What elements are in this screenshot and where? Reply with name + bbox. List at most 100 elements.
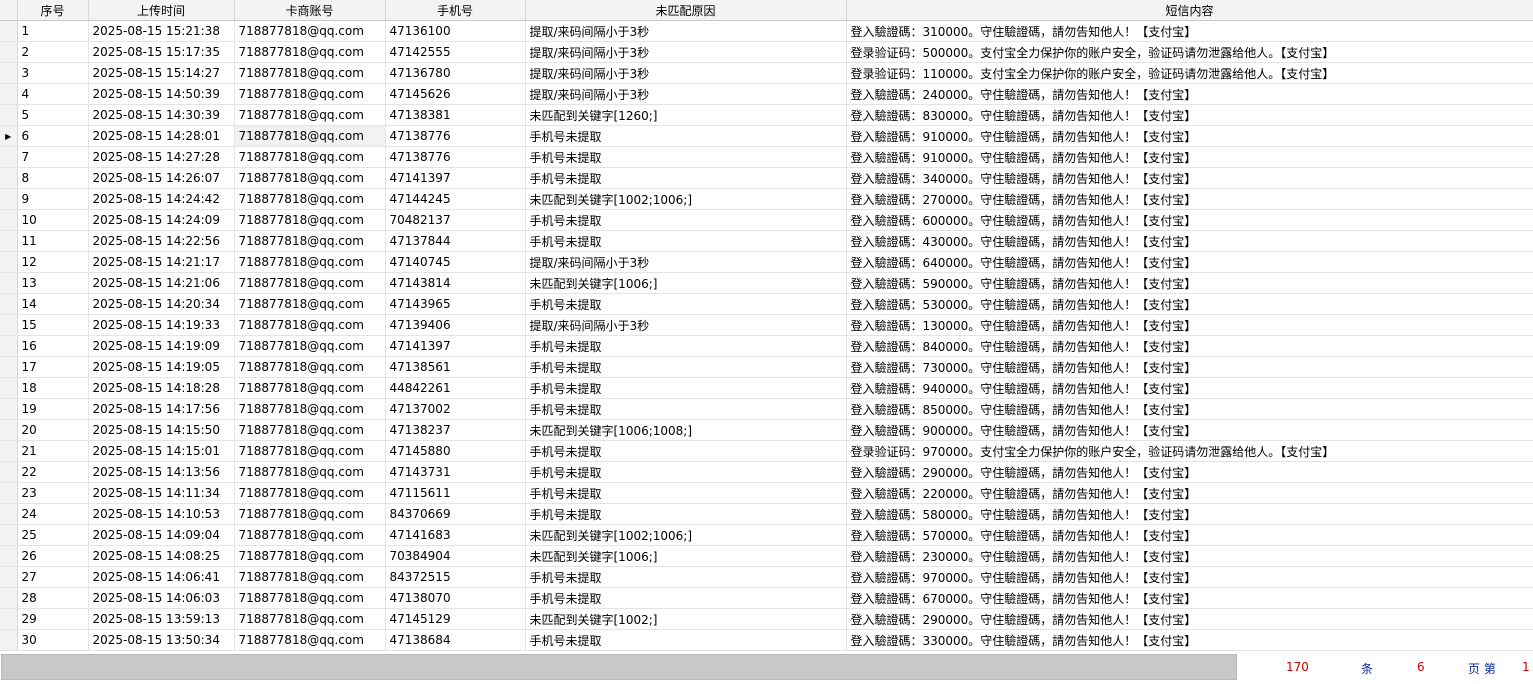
horizontal-scrollbar[interactable] xyxy=(1,654,1237,680)
cell-phone[interactable]: 47137002 xyxy=(385,398,526,420)
cell-phone[interactable]: 70482137 xyxy=(385,209,526,231)
cell-merchant-account[interactable]: 718877818@qq.com xyxy=(234,461,386,483)
row-indicator[interactable] xyxy=(0,146,18,168)
cell-merchant-account[interactable]: 718877818@qq.com xyxy=(234,503,386,525)
cell-merchant-account[interactable]: 718877818@qq.com xyxy=(234,188,386,210)
cell-merchant-account[interactable]: 718877818@qq.com xyxy=(234,314,386,336)
cell-upload-time[interactable]: 2025-08-15 15:14:27 xyxy=(88,62,235,84)
row-indicator[interactable] xyxy=(0,461,18,483)
table-row[interactable]: 5 2025-08-15 14:30:39 718877818@qq.com 4713… xyxy=(0,104,1533,126)
cell-upload-time[interactable]: 2025-08-15 15:21:38 xyxy=(88,20,235,42)
row-indicator[interactable] xyxy=(0,272,18,294)
cell-merchant-account[interactable]: 718877818@qq.com xyxy=(234,608,386,630)
cell-merchant-account[interactable]: 718877818@qq.com xyxy=(234,440,386,462)
column-header-merchant-account[interactable]: 卡商账号 xyxy=(234,0,386,21)
cell-phone[interactable]: 47143731 xyxy=(385,461,526,483)
table-row[interactable]: 14 2025-08-15 14:20:34 718877818@qq.com 471… xyxy=(0,293,1533,315)
cell-seq[interactable]: 8 xyxy=(17,167,89,189)
cell-seq[interactable]: 11 xyxy=(17,230,89,252)
cell-phone[interactable]: 47140745 xyxy=(385,251,526,273)
cell-merchant-account[interactable]: 718877818@qq.com xyxy=(234,20,386,42)
cell-merchant-account[interactable]: 718877818@qq.com xyxy=(234,167,386,189)
row-indicator[interactable] xyxy=(0,440,18,462)
cell-phone[interactable]: 47138684 xyxy=(385,629,526,651)
column-header-unmatched-reason[interactable]: 未匹配原因 xyxy=(525,0,847,21)
cell-upload-time[interactable]: 2025-08-15 14:30:39 xyxy=(88,104,235,126)
cell-unmatched-reason[interactable]: 手机号未提取 xyxy=(525,440,847,462)
row-indicator[interactable] xyxy=(0,188,18,210)
table-row[interactable]: 15 2025-08-15 14:19:33 718877818@qq.com 471… xyxy=(0,314,1533,336)
cell-merchant-account[interactable]: 718877818@qq.com xyxy=(234,629,386,651)
cell-phone[interactable]: 47141397 xyxy=(385,335,526,357)
cell-upload-time[interactable]: 2025-08-15 14:21:17 xyxy=(88,251,235,273)
cell-phone[interactable]: 47138070 xyxy=(385,587,526,609)
cell-unmatched-reason[interactable]: 手机号未提取 xyxy=(525,209,847,231)
cell-seq[interactable]: 9 xyxy=(17,188,89,210)
cell-seq[interactable]: 30 xyxy=(17,629,89,651)
cell-upload-time[interactable]: 2025-08-15 14:08:25 xyxy=(88,545,235,567)
cell-merchant-account[interactable]: 718877818@qq.com xyxy=(234,482,386,504)
cell-seq[interactable]: 7 xyxy=(17,146,89,168)
cell-upload-time[interactable]: 2025-08-15 14:24:09 xyxy=(88,209,235,231)
cell-upload-time[interactable]: 2025-08-15 14:22:56 xyxy=(88,230,235,252)
row-indicator[interactable] xyxy=(0,398,18,420)
cell-sms-content[interactable]: 登入驗證碼：330000。守住驗證碼，請勿告知他人！【支付宝】 xyxy=(846,629,1533,651)
cell-unmatched-reason[interactable]: 手机号未提取 xyxy=(525,566,847,588)
cell-seq[interactable]: 15 xyxy=(17,314,89,336)
table-row[interactable]: 1 2025-08-15 15:21:38 718877818@qq.com 4713… xyxy=(0,20,1533,42)
cell-seq[interactable]: 19 xyxy=(17,398,89,420)
table-row[interactable]: 13 2025-08-15 14:21:06 718877818@qq.com 471… xyxy=(0,272,1533,294)
table-row[interactable]: 19 2025-08-15 14:17:56 718877818@qq.com 471… xyxy=(0,398,1533,420)
cell-seq[interactable]: 29 xyxy=(17,608,89,630)
cell-unmatched-reason[interactable]: 手机号未提取 xyxy=(525,482,847,504)
table-row[interactable]: 12 2025-08-15 14:21:17 718877818@qq.com 471… xyxy=(0,251,1533,273)
cell-unmatched-reason[interactable]: 未匹配到关键字[1006;1008;] xyxy=(525,419,847,441)
cell-sms-content[interactable]: 登入驗證碼：340000。守住驗證碼，請勿告知他人！【支付宝】 xyxy=(846,167,1533,189)
cell-seq[interactable]: 1 xyxy=(17,20,89,42)
cell-merchant-account[interactable]: 718877818@qq.com xyxy=(234,377,386,399)
cell-upload-time[interactable]: 2025-08-15 14:19:09 xyxy=(88,335,235,357)
cell-seq[interactable]: 12 xyxy=(17,251,89,273)
cell-seq[interactable]: 2 xyxy=(17,41,89,63)
cell-unmatched-reason[interactable]: 手机号未提取 xyxy=(525,398,847,420)
cell-upload-time[interactable]: 2025-08-15 14:17:56 xyxy=(88,398,235,420)
cell-merchant-account[interactable]: 718877818@qq.com xyxy=(234,419,386,441)
row-indicator[interactable] xyxy=(0,377,18,399)
table-row[interactable]: 9 2025-08-15 14:24:42 718877818@qq.com 4714… xyxy=(0,188,1533,210)
cell-sms-content[interactable]: 登入驗證碼：910000。守住驗證碼，請勿告知他人！【支付宝】 xyxy=(846,146,1533,168)
cell-sms-content[interactable]: 登入驗證碼：910000。守住驗證碼，請勿告知他人！【支付宝】 xyxy=(846,125,1533,147)
cell-sms-content[interactable]: 登入驗證碼：640000。守住驗證碼，請勿告知他人！【支付宝】 xyxy=(846,251,1533,273)
cell-upload-time[interactable]: 2025-08-15 14:27:28 xyxy=(88,146,235,168)
cell-seq[interactable]: 27 xyxy=(17,566,89,588)
cell-phone[interactable]: 70384904 xyxy=(385,545,526,567)
table-row[interactable]: 27 2025-08-15 14:06:41 718877818@qq.com 843… xyxy=(0,566,1533,588)
table-row[interactable]: 2 2025-08-15 15:17:35 718877818@qq.com 4714… xyxy=(0,41,1533,63)
table-row[interactable]: 8 2025-08-15 14:26:07 718877818@qq.com 4714… xyxy=(0,167,1533,189)
current-page[interactable]: 1 xyxy=(1522,660,1530,674)
cell-sms-content[interactable]: 登入驗證碼：830000。守住驗證碼，請勿告知他人！【支付宝】 xyxy=(846,104,1533,126)
row-indicator[interactable] xyxy=(0,167,18,189)
row-indicator[interactable] xyxy=(0,83,18,105)
table-row[interactable]: 4 2025-08-15 14:50:39 718877818@qq.com 4714… xyxy=(0,83,1533,105)
cell-merchant-account[interactable]: 718877818@qq.com xyxy=(234,125,386,147)
row-indicator[interactable] xyxy=(0,314,18,336)
row-indicator[interactable] xyxy=(0,503,18,525)
cell-phone[interactable]: 47141397 xyxy=(385,167,526,189)
row-indicator[interactable] xyxy=(0,20,18,42)
cell-phone[interactable]: 47138237 xyxy=(385,419,526,441)
cell-sms-content[interactable]: 登入驗證碼：580000。守住驗證碼，請勿告知他人！【支付宝】 xyxy=(846,503,1533,525)
row-indicator[interactable] xyxy=(0,335,18,357)
sms-data-grid[interactable]: 序号 上传时间 卡商账号 手机号 未匹配原因 短信内容 1 2025-08-15 … xyxy=(0,0,1533,652)
row-indicator[interactable] xyxy=(0,41,18,63)
cell-sms-content[interactable]: 登入驗證碼：840000。守住驗證碼，請勿告知他人！【支付宝】 xyxy=(846,335,1533,357)
cell-sms-content[interactable]: 登入驗證碼：970000。守住驗證碼，請勿告知他人！【支付宝】 xyxy=(846,566,1533,588)
row-indicator[interactable] xyxy=(0,629,18,651)
row-indicator[interactable] xyxy=(0,524,18,546)
cell-seq[interactable]: 25 xyxy=(17,524,89,546)
cell-phone[interactable]: 47145129 xyxy=(385,608,526,630)
cell-merchant-account[interactable]: 718877818@qq.com xyxy=(234,83,386,105)
cell-seq[interactable]: 13 xyxy=(17,272,89,294)
cell-unmatched-reason[interactable]: 手机号未提取 xyxy=(525,356,847,378)
cell-upload-time[interactable]: 2025-08-15 14:20:34 xyxy=(88,293,235,315)
cell-upload-time[interactable]: 2025-08-15 14:50:39 xyxy=(88,83,235,105)
